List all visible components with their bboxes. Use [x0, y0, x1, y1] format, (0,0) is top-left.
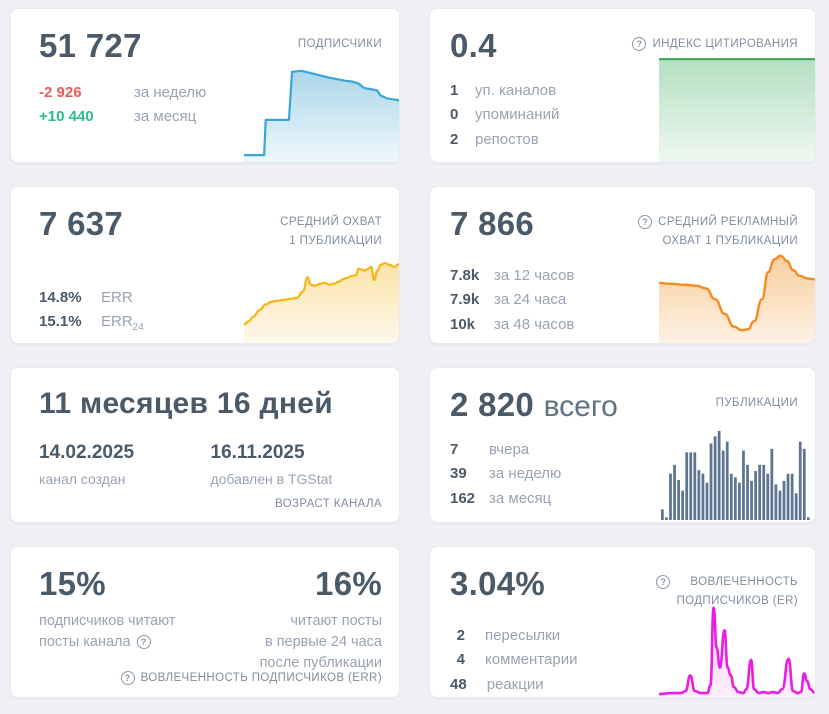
card-channel-age: 11 месяцев 16 дней 14.02.2025 канал созд…: [10, 367, 400, 523]
citation-index-value: 0.4: [450, 29, 497, 64]
avg-ad-reach-stats: 7.8k за 12 часов 7.9k за 24 часа 10k за …: [450, 268, 798, 333]
er-value: 3.04%: [450, 567, 545, 602]
publications-total-suffix: всего: [544, 390, 618, 423]
citation-stats: 1 уп. каналов 0 упоминаний 2 репостов: [450, 83, 798, 148]
help-icon[interactable]: ?: [656, 575, 670, 589]
stat-week: 39 за неделю: [450, 466, 798, 482]
stat-48h: 10k за 48 часов: [450, 317, 798, 333]
stat-reposts: 2 репостов: [450, 132, 798, 148]
card-avg-ad-reach: 7 866 ? СРЕДНИЙ РЕКЛАМНЫЙ ОХВАТ 1 ПУБЛИК…: [429, 186, 816, 344]
stat-12h: 7.8k за 12 часов: [450, 268, 798, 284]
er-stats: 2 пересылки 4 комментарии 48 реакции: [450, 628, 798, 693]
stats-dashboard: 51 727 ПОДПИСЧИКИ -2 926 за неделю +10 4…: [0, 0, 829, 714]
card-citation-title: ? ИНДЕКС ЦИТИРОВАНИЯ: [632, 35, 798, 54]
subscribers-stats: -2 926 за неделю +10 440 за месяц: [39, 85, 382, 126]
help-icon[interactable]: ?: [137, 635, 151, 649]
avg-reach-value: 7 637: [39, 207, 123, 242]
created-date-block: 14.02.2025 канал создан: [39, 442, 211, 487]
err-read24-percent: 16%: [315, 567, 382, 602]
avg-ad-reach-value: 7 866: [450, 207, 534, 242]
avg-reach-stats: 14.8% ERR 15.1% ERR24: [39, 290, 382, 337]
card-err: 15% подписчиков читают посты канала ? 16…: [10, 546, 400, 698]
month-delta: +10 440: [39, 109, 134, 125]
stat-err24: 15.1% ERR24: [39, 314, 382, 336]
err-read24-block: 16% читают посты в первые 24 часа после …: [260, 567, 382, 674]
err-read-block: 15% подписчиков читают посты канала ?: [39, 567, 175, 653]
stat-err: 14.8% ERR: [39, 290, 382, 306]
card-avg-ad-reach-title: ? СРЕДНИЙ РЕКЛАМНЫЙ ОХВАТ 1 ПУБЛИКАЦИИ: [638, 213, 798, 251]
card-subscribers: 51 727 ПОДПИСЧИКИ -2 926 за неделю +10 4…: [10, 8, 400, 163]
publications-total: 2 820 всего: [450, 388, 618, 423]
help-icon[interactable]: ?: [632, 37, 646, 51]
stat-yesterday: 7 вчера: [450, 442, 798, 458]
created-date: 14.02.2025: [39, 442, 211, 464]
stat-comments: 4 комментарии: [450, 652, 798, 668]
week-delta: -2 926: [39, 85, 134, 101]
card-citation-index: 0.4 ? ИНДЕКС ЦИТИРОВАНИЯ 1 уп. каналов 0…: [429, 8, 816, 163]
added-date-block: 16.11.2025 добавлен в TGStat: [211, 442, 383, 487]
card-publications: 2 820 всего ПУБЛИКАЦИИ 7 вчера 39 за нед…: [429, 367, 816, 523]
err-read-percent: 15%: [39, 567, 175, 602]
card-subscribers-title: ПОДПИСЧИКИ: [298, 35, 382, 54]
card-age-footer: ВОЗРАСТ КАНАЛА: [275, 498, 382, 510]
subscribers-count: 51 727: [39, 29, 142, 64]
stat-channels: 1 уп. каналов: [450, 83, 798, 99]
stat-mentions: 0 упоминаний: [450, 107, 798, 123]
stat-week: -2 926 за неделю: [39, 85, 382, 101]
card-avg-reach: 7 637 СРЕДНИЙ ОХВАТ 1 ПУБЛИКАЦИИ 14.8% E…: [10, 186, 400, 344]
stat-24h: 7.9k за 24 часа: [450, 292, 798, 308]
stat-month: 162 за месяц: [450, 491, 798, 507]
help-icon[interactable]: ?: [638, 215, 652, 229]
channel-age-value: 11 месяцев 16 дней: [39, 388, 382, 420]
stat-forwards: 2 пересылки: [450, 628, 798, 644]
help-icon[interactable]: ?: [121, 671, 135, 685]
card-publications-title: ПУБЛИКАЦИИ: [716, 394, 798, 413]
added-date: 16.11.2025: [211, 442, 383, 464]
stat-month: +10 440 за месяц: [39, 109, 382, 125]
stat-reactions: 48 реакции: [450, 677, 798, 693]
age-dates: 14.02.2025 канал создан 16.11.2025 добав…: [39, 442, 382, 487]
card-avg-reach-title: СРЕДНИЙ ОХВАТ 1 ПУБЛИКАЦИИ: [280, 213, 382, 251]
publications-stats: 7 вчера 39 за неделю 162 за месяц: [450, 442, 798, 507]
card-er: 3.04% ? ВОВЛЕЧЕННОСТЬ ПОДПИСЧИКОВ (ER) 2…: [429, 546, 816, 698]
card-err-footer: ? ВОВЛЕЧЕННОСТЬ ПОДПИСЧИКОВ (ERR): [121, 671, 382, 685]
